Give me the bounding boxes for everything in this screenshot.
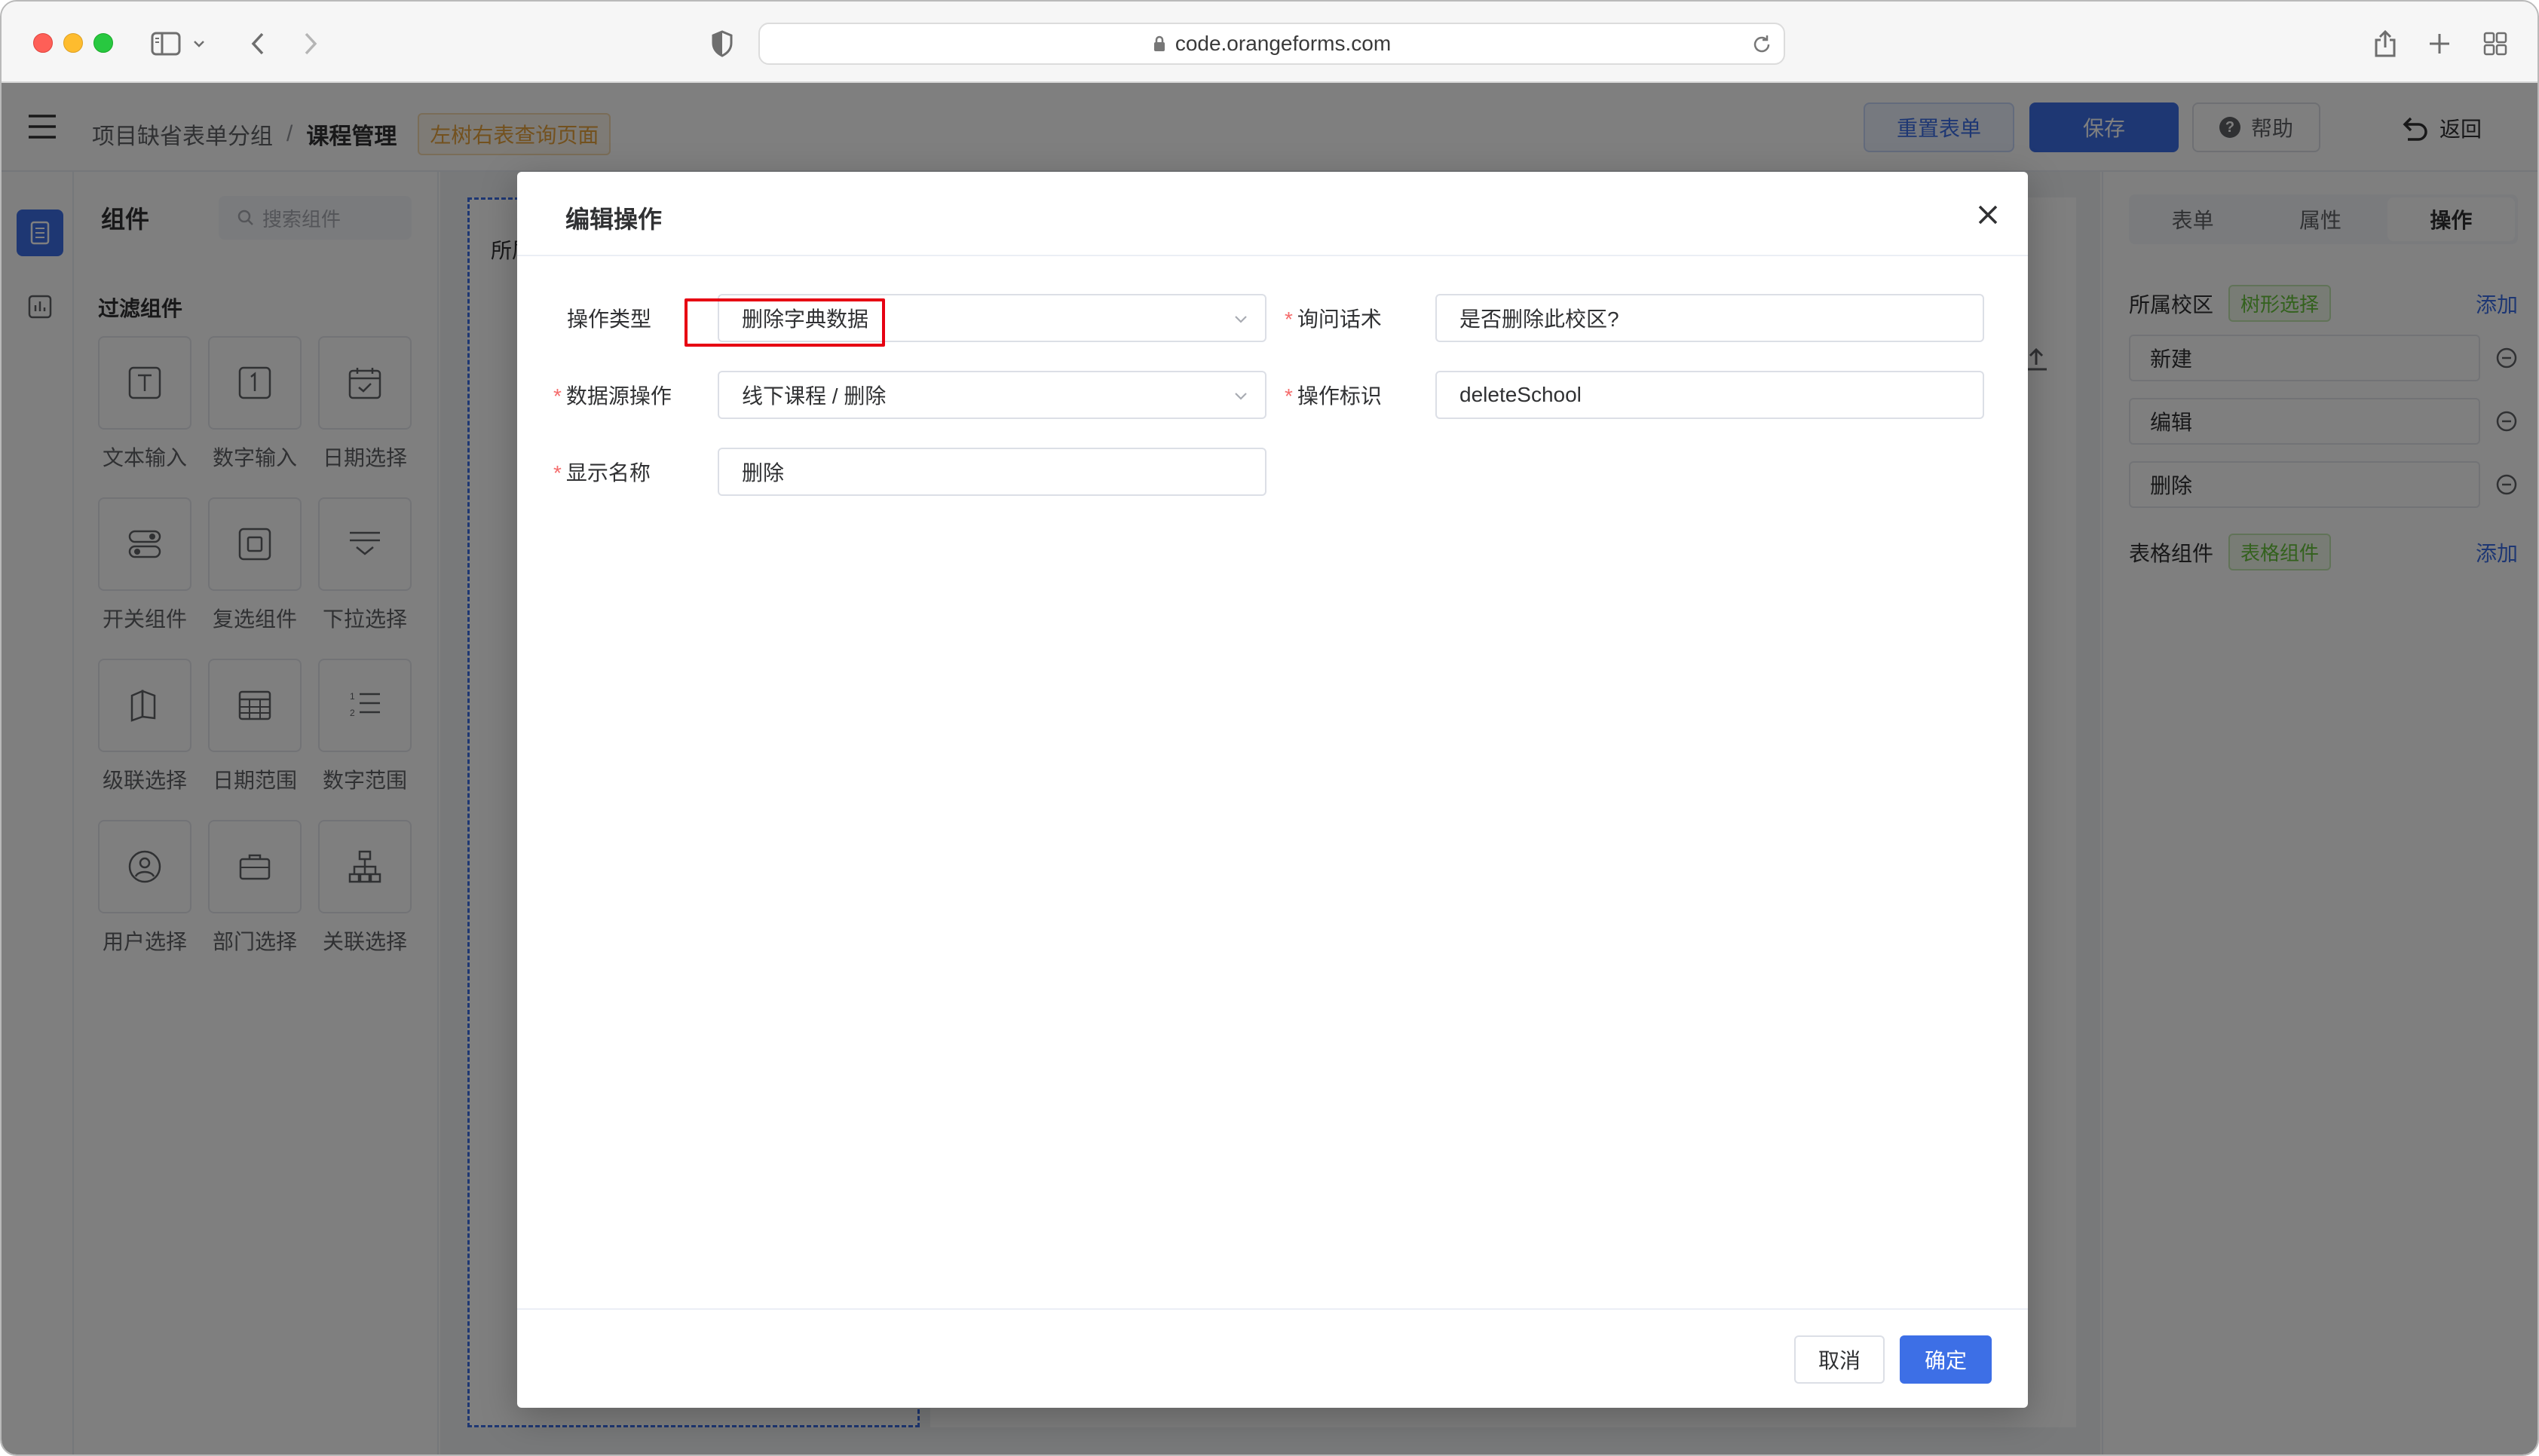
op-type-row: 操作类型 删除字典数据 (567, 294, 1266, 342)
op-type-value: 删除字典数据 (742, 307, 869, 331)
minimize-window-button[interactable] (63, 33, 83, 53)
reload-icon[interactable] (1750, 33, 1773, 56)
datasource-op-row: * 数据源操作 线下课程 / 删除 (553, 371, 1266, 419)
lock-icon (1153, 35, 1165, 51)
maximize-window-button[interactable] (93, 33, 113, 53)
op-type-label: 操作类型 (567, 307, 652, 331)
dialog-title: 编辑操作 (565, 206, 663, 233)
dialog-header: 编辑操作 (517, 172, 2028, 256)
op-id-row: * 操作标识 deleteSchool (1285, 371, 1984, 419)
display-name-label: * 显示名称 (553, 461, 651, 485)
sidebar-toggle-icon[interactable] (149, 27, 182, 60)
datasource-op-select[interactable]: 线下课程 / 删除 (718, 371, 1266, 419)
op-id-value: deleteSchool (1459, 383, 1582, 406)
confirm-text-value: 是否删除此校区? (1459, 307, 1619, 331)
confirm-text-row: * 询问话术 是否删除此校区? (1285, 294, 1984, 342)
edit-operation-dialog: 编辑操作 操作类型 删除字典数据 * 询问话术 是否删除此校区? * 数据源操作 线… (517, 172, 2028, 1408)
chevron-down-icon (1235, 393, 1247, 400)
dialog-footer: 取消 确定 (517, 1308, 2028, 1408)
forward-arrow-icon[interactable] (294, 27, 327, 60)
display-name-row: * 显示名称 删除 (553, 448, 1266, 496)
chevron-down-icon[interactable] (190, 27, 208, 60)
browser-window: code.orangeforms.com 项目缺省表单分组 / 课程管理 左树右… (0, 0, 2539, 1456)
datasource-op-value: 线下课程 / 删除 (742, 384, 887, 408)
tab-overview-icon[interactable] (2479, 27, 2512, 60)
confirm-text-label: * 询问话术 (1285, 307, 1382, 331)
new-tab-icon[interactable] (2423, 27, 2456, 60)
op-id-input[interactable]: deleteSchool (1435, 371, 1984, 419)
url-text: code.orangeforms.com (1175, 32, 1392, 55)
op-id-label: * 操作标识 (1285, 384, 1382, 408)
op-type-select[interactable]: 删除字典数据 (718, 294, 1266, 342)
cancel-button[interactable]: 取消 (1794, 1335, 1885, 1384)
datasource-op-label: * 数据源操作 (553, 384, 672, 408)
close-icon[interactable] (1975, 202, 2001, 228)
browser-titlebar: code.orangeforms.com (2, 2, 2537, 83)
shield-icon[interactable] (706, 27, 739, 60)
confirm-button[interactable]: 确定 (1900, 1335, 1992, 1384)
confirm-text-input[interactable]: 是否删除此校区? (1435, 294, 1984, 342)
share-icon[interactable] (2369, 27, 2402, 60)
display-name-value: 删除 (742, 461, 785, 485)
display-name-input[interactable]: 删除 (718, 448, 1266, 496)
address-bar[interactable]: code.orangeforms.com (758, 23, 1785, 65)
close-window-button[interactable] (33, 33, 53, 53)
chevron-down-icon (1235, 316, 1247, 323)
back-arrow-icon[interactable] (241, 27, 274, 60)
